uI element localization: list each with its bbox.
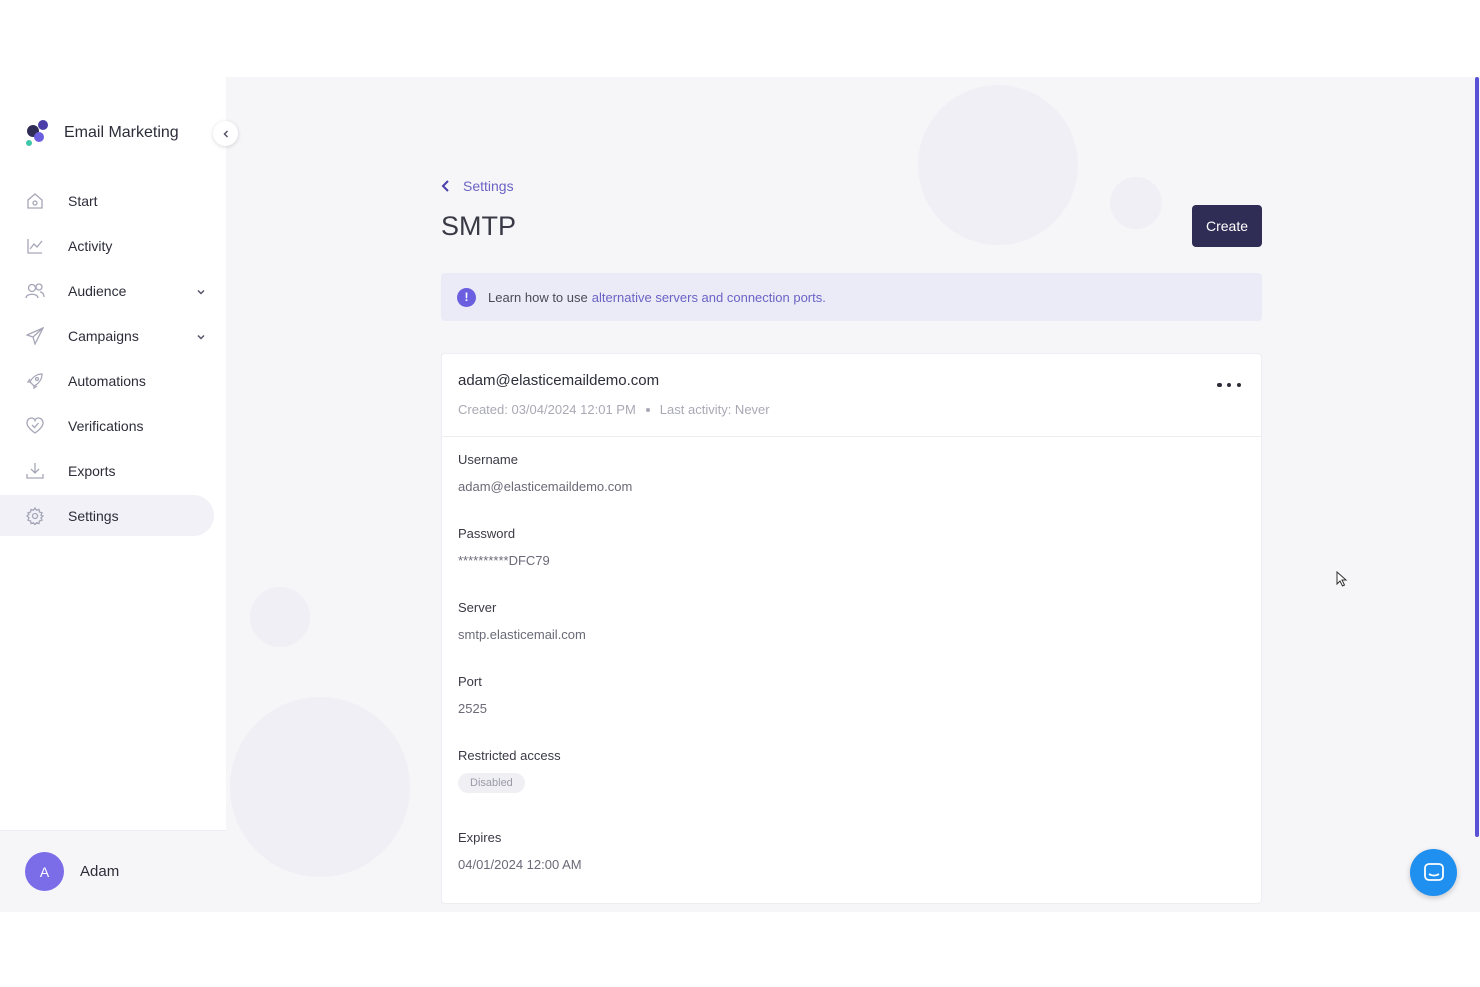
info-icon: ! [457,287,476,307]
chevron-left-icon [441,180,449,192]
status-badge: Disabled [458,773,525,793]
chevron-left-icon [222,129,228,138]
sidebar-nav: Start Activity Audience Campaigns Automa… [0,180,226,540]
field-label: Username [458,452,518,467]
users-icon [25,281,45,301]
field-port: Port 2525 [458,674,487,716]
info-banner: ! Learn how to use alternative servers a… [441,273,1262,321]
create-button[interactable]: Create [1192,205,1262,247]
avatar: A [25,852,64,891]
user-profile[interactable]: A Adam [0,830,226,912]
send-icon [25,326,45,346]
field-value: 04/01/2024 12:00 AM [458,857,582,872]
field-value: smtp.elasticemail.com [458,627,586,642]
heart-check-icon [25,416,45,436]
card-header: adam@elasticemaildemo.com Created: 03/04… [442,354,1261,437]
brand-logo-icon [24,119,50,147]
field-server: Server smtp.elasticemail.com [458,600,586,642]
field-label: Password [458,526,516,541]
field-label: Expires [458,830,502,845]
sidebar-item-exports[interactable]: Exports [0,450,214,491]
field-value: 2525 [458,701,487,716]
smtp-credential-card: adam@elasticemaildemo.com Created: 03/04… [441,353,1262,904]
chart-icon [25,236,45,256]
chevron-down-icon[interactable] [196,284,206,302]
app-frame: Email Marketing Start Activity Audience [0,77,1480,912]
home-icon [25,191,45,211]
brand[interactable]: Email Marketing [24,119,179,147]
chevron-down-icon[interactable] [196,329,206,347]
field-label: Port [458,674,482,689]
sidebar-item-settings[interactable]: Settings [0,495,214,536]
sidebar-item-label: Audience [68,282,127,299]
sidebar-item-label: Verifications [68,417,144,434]
sidebar-item-activity[interactable]: Activity [0,225,214,266]
decorative-bubble [250,587,310,647]
sidebar-item-verifications[interactable]: Verifications [0,405,214,446]
sidebar-item-label: Start [68,192,98,209]
decorative-bubble [1110,177,1162,229]
page-title: SMTP [441,211,517,241]
user-name: Adam [80,863,120,880]
rocket-icon [25,371,45,391]
sidebar-item-start[interactable]: Start [0,180,214,221]
created-date: Created: 03/04/2024 12:01 PM [458,402,636,417]
credential-email: adam@elasticemaildemo.com [458,372,660,389]
sidebar-item-label: Automations [68,372,146,389]
sidebar: Email Marketing Start Activity Audience [0,77,226,912]
sidebar-item-campaigns[interactable]: Campaigns [0,315,214,356]
last-activity: Last activity: Never [659,402,770,417]
dot-separator [645,407,650,412]
field-value: **********DFC79 [458,553,550,568]
sidebar-item-label: Activity [68,237,113,254]
field-value: adam@elasticemaildemo.com [458,479,633,494]
sidebar-item-label: Campaigns [68,327,139,344]
credential-meta: Created: 03/04/2024 12:01 PM Last activi… [458,402,1245,417]
scrollbar[interactable] [1475,77,1479,837]
decorative-bubble [918,85,1078,245]
info-banner-link[interactable]: alternative servers and connection ports… [592,290,826,305]
field-expires: Expires 04/01/2024 12:00 AM [458,830,582,872]
chat-button[interactable] [1410,849,1457,896]
gear-icon [25,506,45,526]
sidebar-item-automations[interactable]: Automations [0,360,214,401]
breadcrumb[interactable]: Settings [441,178,514,194]
more-options-icon[interactable] [1217,378,1241,392]
chat-icon [1423,862,1444,881]
sidebar-item-audience[interactable]: Audience [0,270,214,311]
field-label: Restricted access [458,748,561,763]
sidebar-item-label: Settings [68,507,119,524]
info-banner-text: Learn how to use [488,289,588,305]
field-restricted-access: Restricted access Disabled [458,748,561,793]
sidebar-item-label: Exports [68,462,116,479]
decorative-bubble [230,697,410,877]
field-username: Username adam@elasticemaildemo.com [458,452,632,494]
field-label: Server [458,600,497,615]
field-password: Password **********DFC79 [458,526,550,568]
breadcrumb-link[interactable]: Settings [463,178,514,194]
mouse-cursor-icon [1336,570,1348,592]
download-icon [25,461,45,481]
brand-title: Email Marketing [64,124,179,141]
collapse-sidebar-button[interactable] [213,121,238,146]
